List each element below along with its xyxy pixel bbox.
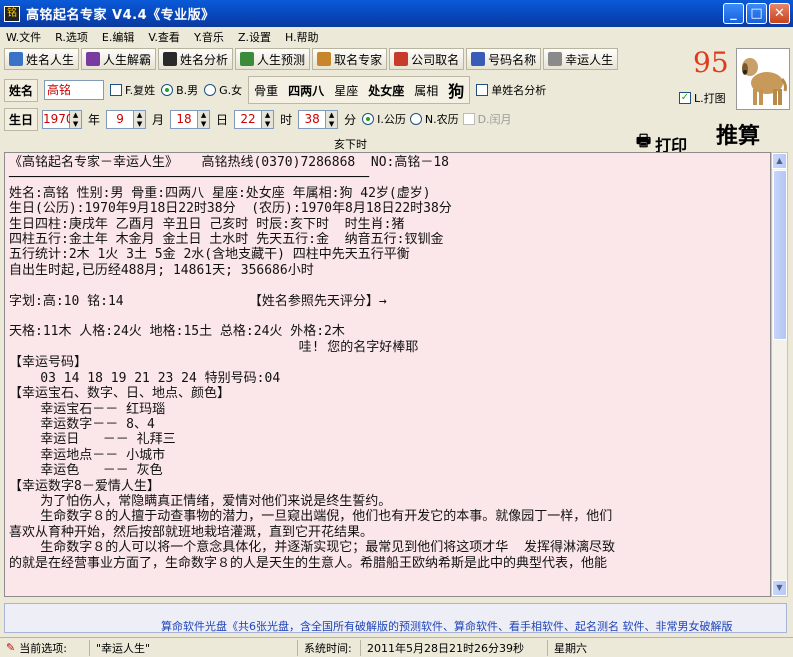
app-icon: 铭 xyxy=(4,5,20,22)
status-time-value: 2011年5月28日21时26分39秒 xyxy=(361,639,548,656)
solar-radio[interactable]: I.公历 xyxy=(362,111,406,127)
content-line: 幸运宝石－－ 红玛瑙 xyxy=(9,401,166,417)
name-label: 姓名 xyxy=(4,78,39,102)
name-score: 95 xyxy=(693,46,729,79)
lucky-icon xyxy=(548,52,563,66)
content-line: 幸运地点－－ 小城市 xyxy=(9,447,166,463)
content-line: 的就是在经营事业方面了，生命数字８的人是天生的生意人。希腊船王欧纳希斯是此中的典… xyxy=(9,555,608,571)
year-spinner[interactable]: 1970 ▲ ▼ xyxy=(42,109,83,129)
content-line: 03 14 18 19 21 23 24 特别号码:04 xyxy=(9,370,281,386)
toolbar: 姓名人生 人生解霸 姓名分析 人生预测 取名专家 公司取名 号码名称 幸运人生 xyxy=(0,48,619,72)
minimize-button[interactable]: _ xyxy=(723,3,744,24)
menu-options[interactable]: R.选项 xyxy=(53,29,90,45)
tb-number-name-button[interactable]: 号码名称 xyxy=(466,48,542,70)
menu-edit[interactable]: E.编辑 xyxy=(100,29,136,45)
content-line xyxy=(9,309,770,324)
content-line: 生命数字８的人擅于动查事物的潜力，一旦窥出端倪，他们也有开发它的本事。就像园丁一… xyxy=(9,509,613,525)
shichen-label: 亥下时 xyxy=(334,138,367,151)
close-button[interactable]: ✕ xyxy=(769,3,790,24)
notebook-icon xyxy=(163,52,178,66)
number-icon xyxy=(471,52,486,66)
content-line: 天格:11木 人格:24火 地格:15土 总格:24火 外格:2木 xyxy=(9,324,345,340)
tb-company-naming-button[interactable]: 公司取名 xyxy=(389,48,465,70)
status-time-label: 系统时间: xyxy=(298,639,361,656)
content-line: 四柱五行:金土年 木金月 金土日 土水时 先天五行:金 纳音五行:钗钏金 xyxy=(9,232,444,248)
single-name-option[interactable]: 单姓名分析 xyxy=(476,82,546,98)
hour-spinner[interactable]: 22 ▲ ▼ xyxy=(234,109,275,129)
menu-help[interactable]: H.帮助 xyxy=(283,29,321,45)
name-row: 姓名 高铭 F.复姓 B.男 G.女 骨重 四两八 星座 处女座 属相 狗 单姓… xyxy=(4,76,729,104)
female-radio[interactable]: G.女 xyxy=(204,82,242,98)
calculate-button[interactable]: 推算 xyxy=(716,118,760,150)
content-line: 字划:高:10 铭:14 【姓名参照先天评分】→ xyxy=(9,293,387,309)
content-line: 哇! 您的名字好棒耶 xyxy=(9,339,419,355)
male-radio[interactable]: B.男 xyxy=(161,82,198,98)
tb-name-analysis-button[interactable]: 姓名分析 xyxy=(158,48,234,70)
bone-weight-value: 四两八 xyxy=(288,83,325,98)
menu-settings[interactable]: Z.设置 xyxy=(236,29,273,45)
tb-life-forecast-button[interactable]: 人生预测 xyxy=(235,48,311,70)
content-line: 生命数字８的人可以将一个意念具体化，并逐渐实现它；最常见到他们将这项才华 发挥得… xyxy=(9,540,615,556)
zodiac-dog-image xyxy=(736,48,790,110)
info-box: 骨重 四两八 星座 处女座 属相 狗 xyxy=(248,76,471,104)
constellation-value: 处女座 xyxy=(368,83,405,98)
status-current-label: ✎ 当前选项: xyxy=(0,639,90,656)
tb-naming-expert-button[interactable]: 取名专家 xyxy=(312,48,388,70)
leap-month-option[interactable]: D.闰月 xyxy=(462,111,512,127)
content-line xyxy=(9,278,770,293)
content-line: 【幸运宝石、数字、日、地点、颜色】 xyxy=(9,386,231,402)
menu-view[interactable]: V.查看 xyxy=(146,29,182,45)
content-line: 五行统计:2木 1火 3土 5金 2水(含地支藏干) 四柱中先天五行平衡 xyxy=(9,247,410,263)
tb-lucky-life-button[interactable]: 幸运人生 xyxy=(543,48,619,70)
status-current-value: "幸运人生" xyxy=(90,639,298,656)
status-bar: ✎ 当前选项: "幸运人生" 系统时间: 2011年5月28日21时26分39秒 … xyxy=(0,637,793,657)
content-line: 幸运日 －－ 礼拜三 xyxy=(9,432,176,448)
group-icon xyxy=(240,52,255,66)
books-icon xyxy=(317,52,332,66)
lunar-radio[interactable]: N.农历 xyxy=(409,111,459,127)
tb-life-analysis-button[interactable]: 人生解霸 xyxy=(81,48,157,70)
day-spinner[interactable]: 18 ▲ ▼ xyxy=(170,109,211,129)
content-line: 为了怕伤人，常隐瞒真正情绪，爱情对他们来说是终生誓约。 xyxy=(9,493,392,509)
content-line: 自出生时起,已历经488月; 14861天; 356686小时 xyxy=(9,262,314,278)
content-line: 生日四柱:庚戌年 乙酉月 辛丑日 己亥时 时辰:亥下时 时生肖:猪 xyxy=(9,216,405,232)
result-text-area[interactable]: 《高铭起名专家－幸运人生》 高铭热线(0370)7286868 NO:高铭－18… xyxy=(4,152,771,597)
compound-surname-option[interactable]: F.复姓 xyxy=(110,82,155,98)
book-icon xyxy=(86,52,101,66)
window-title: 高铭起名专家 V4.4《专业版》 xyxy=(26,8,215,23)
content-line: ────────────────────────────────────────… xyxy=(9,170,370,186)
name-input[interactable]: 高铭 xyxy=(44,80,105,100)
tb-name-life-button[interactable]: 姓名人生 xyxy=(4,48,80,70)
menu-music[interactable]: Y.音乐 xyxy=(192,29,226,45)
zodiac-value: 狗 xyxy=(448,82,465,101)
content-line: 生日(公历):1970年9月18日22时38分 (农历):1970年8月18日2… xyxy=(9,201,452,217)
red-book-icon xyxy=(394,52,409,66)
month-spinner[interactable]: 9 ▲ ▼ xyxy=(106,109,147,129)
status-weekday: 星期六 xyxy=(554,641,587,655)
person-icon xyxy=(9,52,23,66)
content-line: 【幸运号码】 xyxy=(9,355,88,371)
birth-row: 生日 1970 ▲ ▼ 年 9 ▲ ▼ 月 18 ▲ ▼ 日 22 ▲ ▼ 时 38 ▲ ▼ 分 I… xyxy=(4,107,729,131)
menu-file[interactable]: W.文件 xyxy=(4,29,43,45)
birth-label: 生日 xyxy=(4,107,39,131)
ad-ticker[interactable]: 算命软件光盘《共6张光盘，含全国所有破解版的预测软件、算命软件、看手相软件、起名… xyxy=(4,603,787,633)
content-line: 喜欢从育种开始，然后按部就班地栽培灌溉，直到它开花结果。 xyxy=(9,524,374,540)
scroll-down-arrow[interactable]: ▼ xyxy=(772,580,787,596)
ticker-text[interactable]: 算命软件光盘《共6张光盘，含全国所有破解版的预测软件、算命软件、看手相软件、起名… xyxy=(161,618,733,632)
scroll-thumb[interactable] xyxy=(773,170,787,340)
minute-spinner[interactable]: 38 ▲ ▼ xyxy=(298,109,339,129)
menu-bar: W.文件 R.选项 E.编辑 V.查看 Y.音乐 Z.设置 H.帮助 xyxy=(0,27,793,47)
content-line: 幸运色 －－ 灰色 xyxy=(9,463,163,479)
content-line: 《高铭起名专家－幸运人生》 高铭热线(0370)7286868 NO:高铭－18 xyxy=(9,155,450,170)
maximize-button[interactable]: □ xyxy=(746,3,767,24)
content-line: 【幸运数字8－爱情人生】 xyxy=(9,478,160,494)
content-line: 姓名:高铭 性别:男 骨重:四两八 星座:处女座 年属相:狗 42岁(虚岁) xyxy=(9,185,431,201)
pencil-icon: ✎ xyxy=(6,641,16,654)
content-line: 幸运数字－－ 8、4 xyxy=(9,416,155,432)
title-bar: 铭 高铭起名专家 V4.4《专业版》 _ □ ✕ xyxy=(0,0,793,27)
scroll-up-arrow[interactable]: ▲ xyxy=(772,153,787,169)
vertical-scrollbar[interactable]: ▲ ▼ xyxy=(771,152,788,597)
